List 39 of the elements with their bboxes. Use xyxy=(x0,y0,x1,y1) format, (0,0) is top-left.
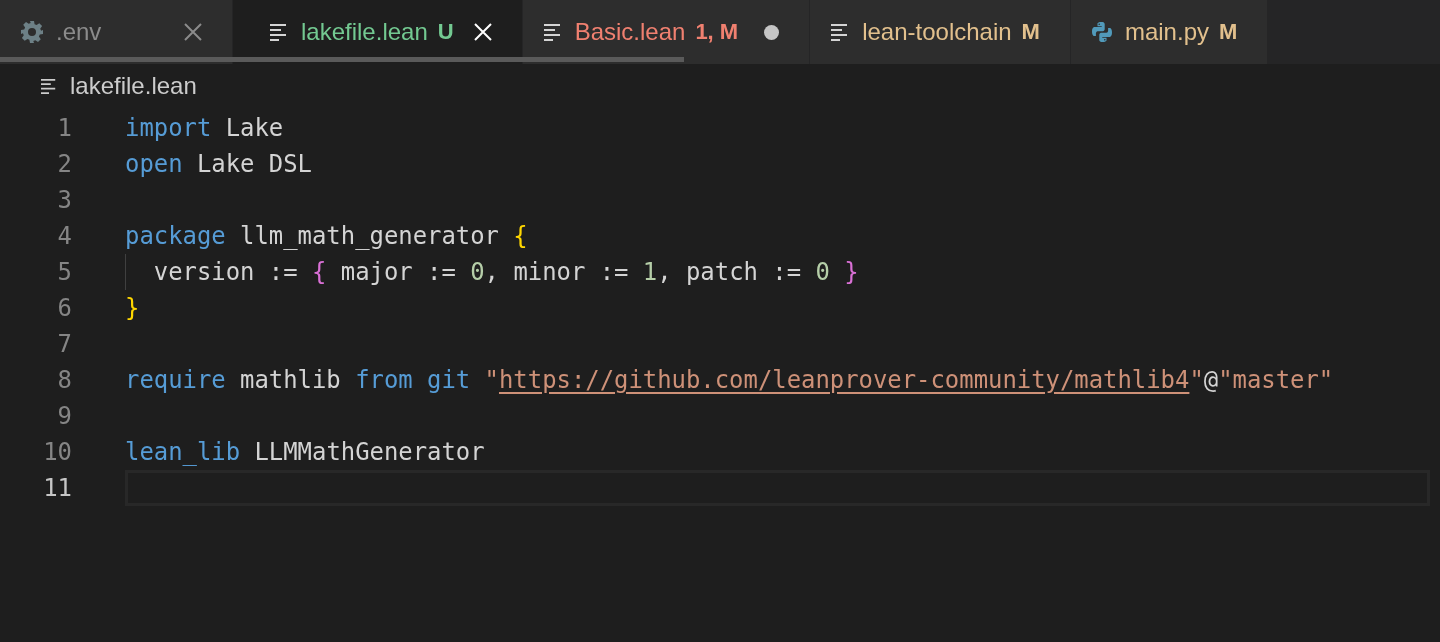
line-number: 1 xyxy=(56,114,72,142)
tab-label: lakefile.lean xyxy=(301,18,428,46)
line-number: 8 xyxy=(56,366,72,394)
line-number: 7 xyxy=(56,330,72,358)
code-line: import Lake xyxy=(125,114,284,142)
git-status-label: M xyxy=(1219,19,1238,45)
line-number: 10 xyxy=(42,438,72,466)
git-status-label: U xyxy=(437,19,454,45)
tab-label: lean-toolchain xyxy=(862,18,1012,46)
unsaved-dot-icon[interactable] xyxy=(764,24,780,40)
python-icon xyxy=(1090,21,1113,43)
tab-label: Basic.lean xyxy=(574,18,686,46)
scrollbar-thumb[interactable] xyxy=(0,57,684,62)
tab-label: .env xyxy=(56,18,102,46)
line-number: 6 xyxy=(56,294,72,322)
editor-tab[interactable]: main.py M xyxy=(1070,0,1269,64)
code-line: open Lake DSL xyxy=(125,150,312,178)
editor-tab[interactable]: lean-toolchain M xyxy=(810,0,1071,64)
line-number: 3 xyxy=(56,186,72,214)
code-line: } xyxy=(125,294,140,322)
line-number: 4 xyxy=(56,222,72,250)
tab-label: main.py xyxy=(1124,18,1209,46)
editor-tab[interactable]: Basic.lean 1, M xyxy=(522,0,811,64)
text-lines-icon xyxy=(269,23,289,41)
text-lines-icon xyxy=(40,78,58,94)
line-number: 5 xyxy=(56,258,72,286)
editor-tab[interactable]: lakefile.lean U xyxy=(233,0,523,64)
code-line: require mathlib from git "https://github.com/leanprover-community/mathlib4"@"master" xyxy=(125,366,1334,394)
gear-icon xyxy=(20,20,44,44)
code-line: lean_lib LLMMathGenerator xyxy=(125,438,485,466)
breadcrumb-item[interactable]: lakefile.lean xyxy=(70,72,197,100)
git-status-label: 1, M xyxy=(695,19,739,45)
line-number: 2 xyxy=(56,150,72,178)
text-lines-icon xyxy=(542,23,563,41)
editor-tab[interactable]: .env xyxy=(0,0,233,64)
line-number: 9 xyxy=(56,402,72,430)
git-status-label: M xyxy=(1021,19,1040,45)
line-number: 11 xyxy=(42,474,72,502)
code-line: package llm_math_generator { xyxy=(125,222,528,250)
